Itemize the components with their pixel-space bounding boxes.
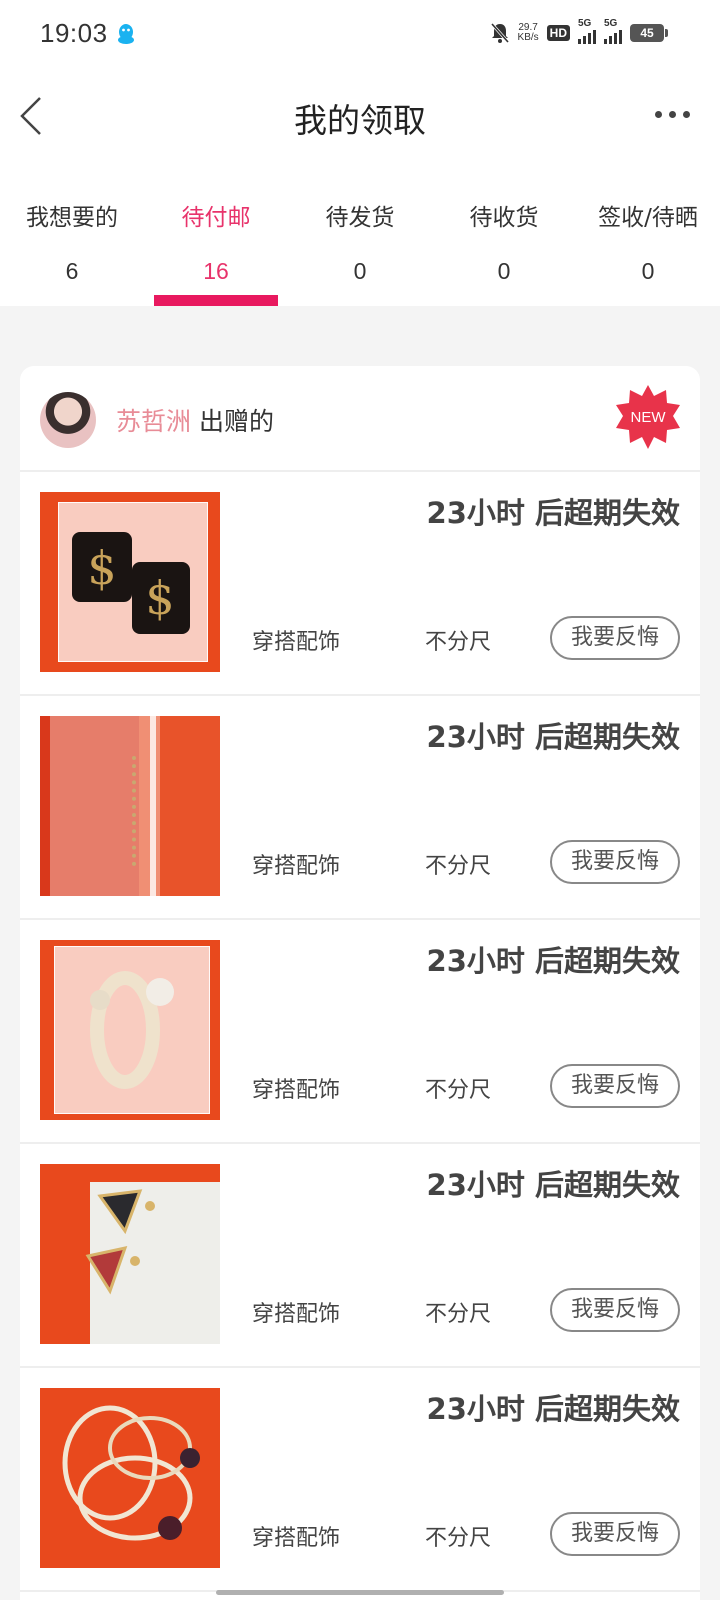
tab-bar: 我想要的 6 待付邮 16 待发货 0 待收货 0 签收/待晒 0 — [0, 166, 720, 306]
tab-count: 0 — [497, 258, 511, 284]
list-item[interactable]: 23小时 后超期失效 穿搭配饰 不分尺 我要反悔 — [20, 1368, 700, 1592]
item-size: 不分尺 — [425, 1078, 492, 1103]
new-badge: NEW — [616, 385, 680, 449]
signal-icon: 5G — [604, 18, 622, 44]
giver-line: 苏哲洲 出赠的 — [116, 402, 274, 438]
list-item[interactable]: 23小时 后超期失效 穿搭配饰 不分尺 我要反悔 — [20, 1144, 700, 1368]
expiry-text: 23小时 后超期失效 — [426, 1168, 680, 1202]
item-size: 不分尺 — [425, 1302, 492, 1327]
tab-label: 待收货 — [469, 205, 539, 231]
item-category: 穿搭配饰 — [252, 1526, 341, 1551]
item-size: 不分尺 — [425, 1526, 492, 1551]
tab-count: 6 — [65, 258, 79, 284]
expiry-text: 23小时 后超期失效 — [426, 496, 680, 530]
status-bar: 19:03 29.7 KB/s HD 5G 5G 45 — [0, 0, 720, 66]
list-item[interactable]: $ $ 23小时 后超期失效 穿搭配饰 不分尺 我要反悔 — [20, 472, 700, 696]
more-dots-icon[interactable] — [655, 111, 690, 118]
status-time: 19:03 — [40, 18, 108, 48]
expiry-text: 23小时 后超期失效 — [426, 944, 680, 978]
item-thumbnail[interactable] — [40, 716, 220, 896]
tab-count: 0 — [353, 258, 367, 284]
giver-name[interactable]: 苏哲洲 — [116, 407, 191, 436]
item-size: 不分尺 — [425, 630, 492, 655]
hd-badge: HD — [546, 25, 570, 41]
list-item[interactable]: 23小时 后超期失效 穿搭配饰 不分尺 我要反悔 — [20, 920, 700, 1144]
battery-icon: 45 — [630, 24, 668, 42]
regret-button[interactable]: 我要反悔 — [550, 1512, 680, 1556]
tab-label: 待发货 — [325, 205, 395, 231]
page-title: 我的领取 — [294, 101, 426, 140]
expiry-text: 23小时 后超期失效 — [426, 720, 680, 754]
item-thumbnail[interactable] — [40, 940, 220, 1120]
tab-label: 我想要的 — [26, 205, 118, 231]
qq-icon — [118, 24, 134, 44]
active-tab-indicator — [154, 295, 278, 306]
item-category: 穿搭配饰 — [252, 630, 341, 655]
home-indicator[interactable] — [216, 1590, 504, 1595]
tab-label: 待付邮 — [181, 205, 251, 231]
tab-count: 16 — [203, 258, 229, 284]
tab-signed-review[interactable]: 签收/待晒 0 — [576, 166, 720, 306]
signal-icon: 5G — [578, 18, 596, 44]
item-category: 穿搭配饰 — [252, 1078, 341, 1103]
status-icons: 29.7 KB/s HD 5G 5G 45 — [490, 18, 668, 46]
regret-button[interactable]: 我要反悔 — [550, 1288, 680, 1332]
tab-label: 签收/待晒 — [598, 205, 698, 231]
item-thumbnail[interactable]: $ $ — [40, 492, 220, 672]
svg-text:$: $ — [87, 541, 116, 595]
gift-card: 苏哲洲 出赠的 NEW $ $ 23小时 后超期失效 穿搭配饰 不分尺 我要反悔 — [20, 366, 700, 1600]
signal-label: 5G — [604, 18, 618, 29]
list-item[interactable]: 23小时 后超期失效 穿搭配饰 不分尺 我要反悔 — [20, 696, 700, 920]
header-area: 19:03 29.7 KB/s HD 5G 5G 45 我的领取 我想要的 6 … — [0, 0, 720, 306]
giver-suffix: 出赠的 — [198, 407, 274, 436]
tab-pending-shipment[interactable]: 待发货 0 — [288, 166, 432, 306]
item-size: 不分尺 — [425, 854, 492, 879]
regret-button[interactable]: 我要反悔 — [550, 1064, 680, 1108]
item-category: 穿搭配饰 — [252, 1302, 341, 1327]
nav-bar: 我的领取 — [0, 66, 720, 166]
tab-pending-postage[interactable]: 待付邮 16 — [144, 166, 288, 306]
tab-count: 0 — [641, 258, 655, 284]
tab-pending-receipt[interactable]: 待收货 0 — [432, 166, 576, 306]
tab-wanted[interactable]: 我想要的 6 — [0, 166, 144, 306]
regret-button[interactable]: 我要反悔 — [550, 840, 680, 884]
item-thumbnail[interactable] — [40, 1388, 220, 1568]
new-badge-text: NEW — [631, 409, 667, 426]
svg-text:$: $ — [145, 571, 174, 625]
net-speed: 29.7 KB/s — [518, 23, 539, 43]
card-header[interactable]: 苏哲洲 出赠的 NEW — [20, 366, 700, 472]
regret-button[interactable]: 我要反悔 — [550, 616, 680, 660]
avatar[interactable] — [40, 392, 96, 448]
expiry-text: 23小时 后超期失效 — [426, 1392, 680, 1426]
mute-bell-icon — [490, 23, 509, 43]
net-speed-unit: KB/s — [517, 32, 539, 43]
signal-label: 5G — [578, 18, 592, 29]
item-category: 穿搭配饰 — [252, 854, 341, 879]
item-thumbnail[interactable] — [40, 1164, 220, 1344]
